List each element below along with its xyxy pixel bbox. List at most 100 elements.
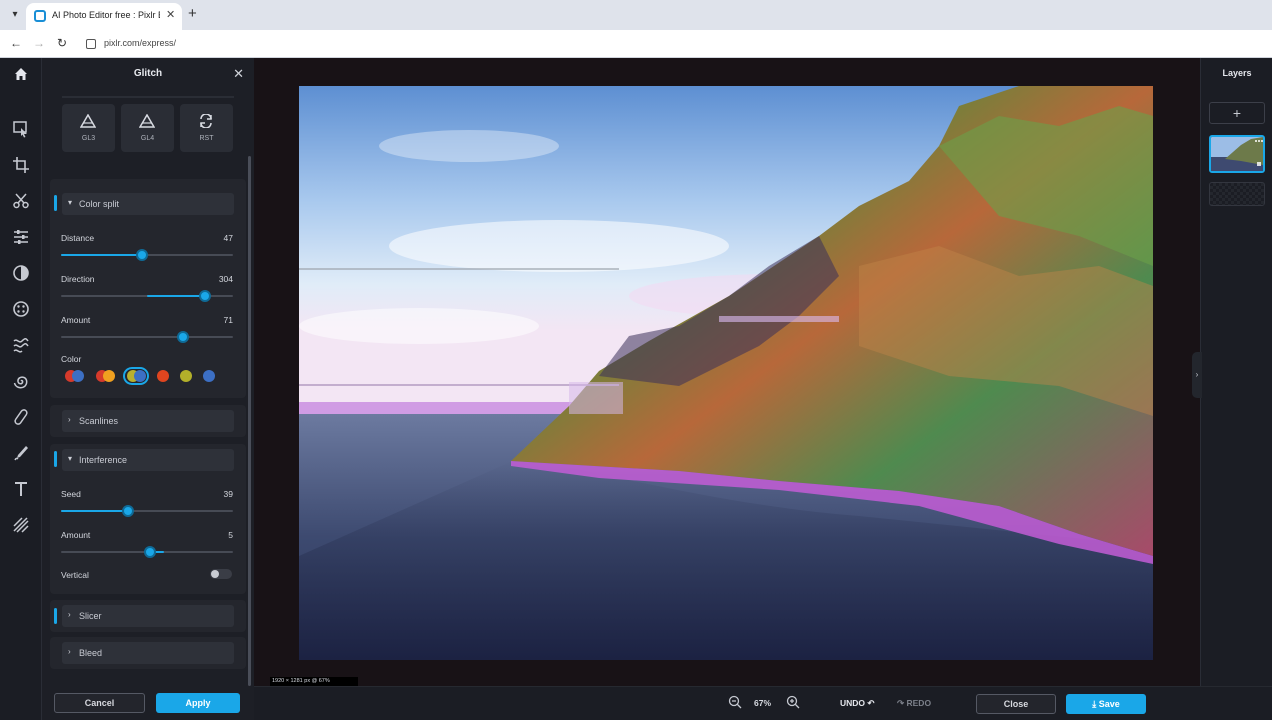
color-swatch[interactable] <box>177 367 195 385</box>
chevron-right-icon: › <box>68 647 71 656</box>
zoom-in-icon[interactable] <box>786 695 800 709</box>
active-section-marker <box>54 195 57 211</box>
home-icon[interactable] <box>11 64 31 84</box>
bottom-toolbar: 67% UNDO ↶ ↷ REDO Close ⤓ Save <box>254 686 1272 720</box>
bleed-accordion[interactable]: › Bleed <box>62 642 234 664</box>
close-tab-icon[interactable]: ✕ <box>166 8 175 21</box>
empty-layer-slot[interactable] <box>1209 182 1265 206</box>
amount-label: Amount <box>61 315 91 325</box>
distance-label: Distance <box>61 233 95 243</box>
zoom-out-icon[interactable] <box>728 695 742 709</box>
undo-button[interactable]: UNDO ↶ <box>840 698 875 709</box>
crop-tool-icon[interactable] <box>11 155 31 175</box>
slider-fill <box>61 254 142 256</box>
retouch-tool-icon[interactable] <box>11 407 31 427</box>
interference-accordion[interactable]: ▾ Interference <box>62 449 234 471</box>
color-swatch[interactable] <box>200 367 218 385</box>
url-text: pixlr.com/express/ <box>104 38 177 48</box>
scanlines-accordion[interactable]: › Scanlines <box>62 410 234 432</box>
redo-button[interactable]: ↷ REDO <box>897 698 931 709</box>
accordion-label: Scanlines <box>79 416 119 426</box>
preset-gl3[interactable]: GL3 <box>62 104 115 152</box>
close-icon[interactable]: ✕ <box>233 66 244 82</box>
interference-amount-label: Amount <box>61 530 91 540</box>
accordion-label: Interference <box>79 455 128 465</box>
chevron-right-icon[interactable]: › <box>1192 352 1202 398</box>
close-button[interactable]: Close <box>976 694 1056 714</box>
panel-title: Glitch <box>133 68 163 79</box>
glitched-landscape-image <box>299 86 1153 660</box>
draw-tool-icon[interactable] <box>11 443 31 463</box>
glitch-preset-icon <box>139 114 155 128</box>
forward-icon[interactable]: → <box>32 36 46 50</box>
screen: ▾ AI Photo Editor free : Pixlr Expr ✕ + … <box>0 0 1272 720</box>
canvas-dimensions: 1920 × 1281 px @ 67% <box>270 677 358 686</box>
tab-search-icon[interactable]: ▾ <box>6 6 24 24</box>
adjust-tool-icon[interactable] <box>11 227 31 247</box>
cutout-tool-icon[interactable] <box>11 191 31 211</box>
glitch-panel: Glitch ✕ GL3 GL4 RST ▾ Color split Dista… <box>42 58 254 720</box>
effect-tool-icon[interactable] <box>11 299 31 319</box>
browser-toolbar: ← → ↻ pixlr.com/express/ <box>0 30 1272 58</box>
color-dot <box>133 370 146 382</box>
layers-title: Layers <box>1222 68 1252 78</box>
color-swatch[interactable] <box>61 367 87 385</box>
filter-tool-icon[interactable] <box>11 263 31 283</box>
slider-thumb[interactable] <box>135 249 148 261</box>
seed-label: Seed <box>61 489 81 499</box>
toggle-knob <box>211 570 219 578</box>
active-section-marker <box>54 451 57 467</box>
color-swatch[interactable] <box>92 367 118 385</box>
new-tab-icon[interactable]: + <box>188 5 197 22</box>
layers-panel: Layers + <box>1200 58 1272 720</box>
slider-fill <box>61 510 129 512</box>
panel-scrollbar[interactable] <box>248 156 251 686</box>
liquify-tool-icon[interactable] <box>11 335 31 355</box>
slider-thumb[interactable] <box>177 331 190 343</box>
chevron-down-icon: ▾ <box>68 198 73 207</box>
save-button[interactable]: ⤓ Save <box>1066 694 1146 714</box>
zoom-level[interactable]: 67% <box>754 698 771 708</box>
back-icon[interactable]: ← <box>9 36 23 50</box>
pixlr-app: Glitch ✕ GL3 GL4 RST ▾ Color split Dista… <box>0 58 1272 720</box>
preset-reset[interactable]: RST <box>180 104 233 152</box>
browser-tabbar: ▾ AI Photo Editor free : Pixlr Expr ✕ + <box>0 0 1272 30</box>
glitch-photo-canvas[interactable] <box>299 86 1153 660</box>
preset-gl4[interactable]: GL4 <box>121 104 174 152</box>
apply-button[interactable]: Apply <box>156 693 240 713</box>
undo-icon: ↶ <box>867 698 875 708</box>
cancel-button[interactable]: Cancel <box>54 693 145 713</box>
add-layer-button[interactable]: + <box>1209 102 1265 124</box>
interference-amount-slider[interactable] <box>61 546 233 558</box>
text-tool-icon[interactable] <box>11 479 31 499</box>
preset-label: GL4 <box>140 135 155 142</box>
tab-title: AI Photo Editor free : Pixlr Expr <box>52 10 160 20</box>
color-swatch[interactable] <box>123 367 149 385</box>
vertical-label: Vertical <box>61 570 89 580</box>
interference-amount-value: 5 <box>228 530 233 540</box>
site-info-icon[interactable] <box>86 39 96 49</box>
reset-icon <box>200 114 212 128</box>
vertical-toggle[interactable] <box>210 569 232 579</box>
swirl-tool-icon[interactable] <box>11 371 31 391</box>
color-split-accordion[interactable]: ▾ Color split <box>62 193 234 215</box>
panel-footer: Cancel Apply <box>42 686 254 720</box>
color-swatch[interactable] <box>154 367 172 385</box>
seed-slider[interactable] <box>61 505 233 517</box>
browser-tab[interactable]: AI Photo Editor free : Pixlr Expr ✕ <box>26 3 182 30</box>
panel-header: Glitch ✕ <box>42 58 254 90</box>
pattern-tool-icon[interactable] <box>11 515 31 535</box>
pixlr-favicon-icon <box>34 10 46 22</box>
color-label: Color <box>61 354 82 364</box>
distance-slider[interactable] <box>61 249 233 261</box>
slicer-accordion[interactable]: › Slicer <box>62 605 234 627</box>
reload-icon[interactable]: ↻ <box>55 36 69 50</box>
amount-slider[interactable] <box>61 331 233 343</box>
address-bar[interactable]: pixlr.com/express/ <box>80 34 1260 54</box>
color-dot <box>203 370 215 382</box>
direction-value: 304 <box>218 274 233 284</box>
arrange-tool-icon[interactable] <box>11 119 31 139</box>
direction-slider[interactable] <box>61 290 233 302</box>
slider-thumb[interactable] <box>122 505 135 517</box>
layer-thumbnail[interactable] <box>1209 135 1265 173</box>
